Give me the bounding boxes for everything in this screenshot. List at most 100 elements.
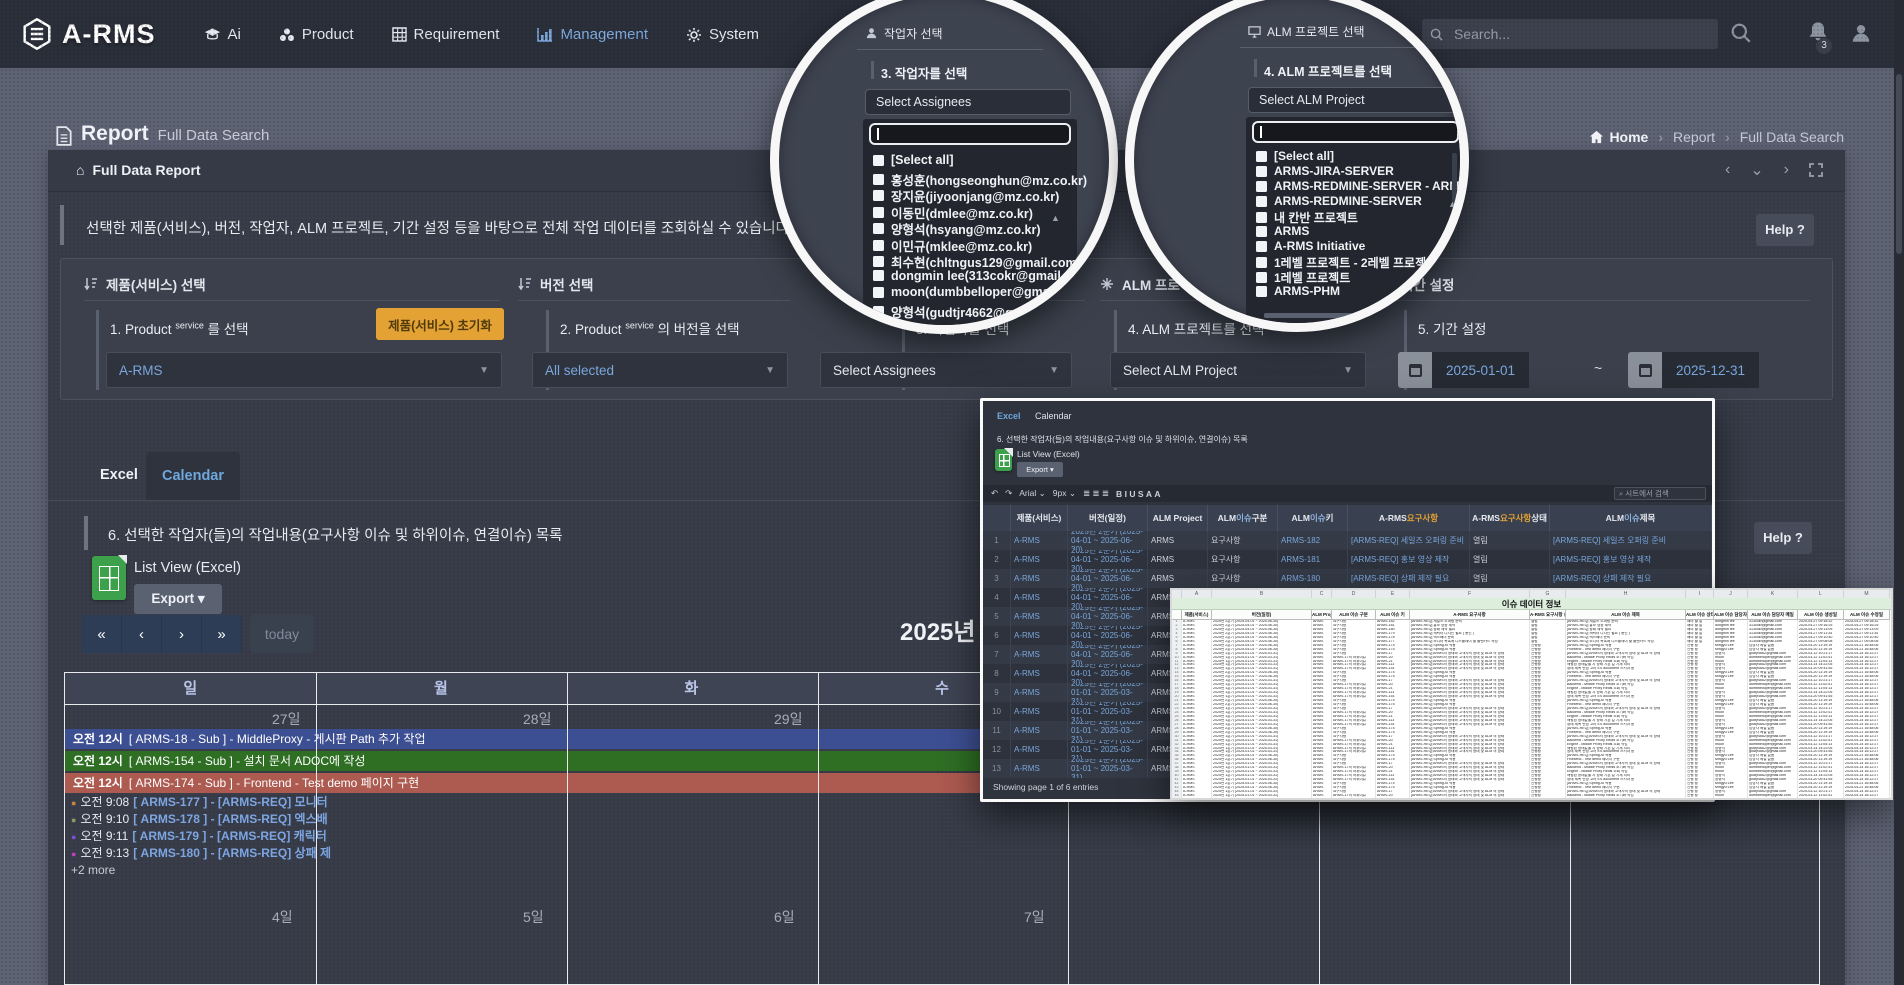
checkbox-icon[interactable] [873, 223, 884, 234]
dropdown-search-input[interactable] [1252, 121, 1459, 143]
collapse-left-icon[interactable]: ‹ [1725, 161, 1730, 179]
checkbox-icon[interactable] [1256, 212, 1267, 223]
table-row[interactable]: 2A-RMS2025년 2분기 (2025-04-01 ~ 2025-06-30… [983, 550, 1712, 569]
sheet-column-letter[interactable]: B [1212, 590, 1312, 598]
calendar-day-number[interactable]: 6일 [774, 907, 795, 927]
undo-icon[interactable]: ↶ [991, 488, 998, 499]
checkbox-icon[interactable] [873, 306, 884, 317]
checkbox-icon[interactable] [1256, 286, 1267, 297]
date-from-input[interactable]: 2025-01-01 [1398, 352, 1564, 388]
table-row[interactable]: 1A-RMS2025년 2분기 (2025-04-01 ~ 2025-06-30… [983, 531, 1712, 550]
sheet-column-letter[interactable]: F [1410, 590, 1530, 598]
sheet-column-letter[interactable]: H [1566, 590, 1686, 598]
menu-item-product[interactable]: Product [279, 25, 354, 42]
breadcrumb-report[interactable]: Report [1673, 129, 1715, 145]
assignee-option[interactable]: 양형석(gudtjr4662@gmail.com) [873, 302, 1071, 321]
user-profile-icon[interactable] [1850, 22, 1872, 44]
product-select[interactable]: A-RMS▼ [106, 352, 502, 388]
alm-project-option[interactable]: A-RMS Initiative [1256, 239, 1365, 253]
menu-item-requirement[interactable]: Requirement [392, 26, 500, 43]
app-logo[interactable]: A-RMS [22, 18, 156, 50]
calendar-dot-event[interactable]: ●오전 9:13[ ARMS-180 ] - [ARMS-REQ] 상패 제 [71, 846, 331, 861]
checkbox-icon[interactable] [873, 287, 884, 298]
redo-icon[interactable]: ↷ [1005, 488, 1012, 499]
checkbox-icon[interactable] [1256, 166, 1267, 177]
calendar-nav-next[interactable]: › [162, 615, 202, 653]
window-export-button[interactable]: Export ▾ [1017, 462, 1063, 477]
calendar-today-button[interactable]: today [250, 615, 314, 653]
checkbox-icon[interactable] [1256, 151, 1267, 162]
menu-item-management[interactable]: Management [537, 26, 648, 43]
menu-item-ai[interactable]: Ai [204, 26, 241, 43]
style-button-u[interactable]: U [1129, 489, 1135, 499]
scroll-up-icon[interactable]: ▲ [1448, 199, 1457, 209]
alm-project-option[interactable]: ARMS-PHM [1256, 284, 1340, 298]
checkbox-icon[interactable] [873, 155, 884, 166]
assignee-select[interactable]: Select Assignees▼ [820, 352, 1072, 388]
product-reset-button[interactable]: 제품(서비스) 초기화 [376, 308, 504, 340]
checkbox-icon[interactable] [1256, 257, 1267, 268]
search-input[interactable] [1422, 19, 1718, 49]
sheet-column-letter[interactable]: C [1312, 590, 1332, 598]
sheet-column-letter[interactable]: A [1182, 590, 1212, 598]
search-submit-icon[interactable] [1730, 22, 1752, 44]
calendar-nav-last[interactable]: » [202, 615, 242, 653]
style-button-s[interactable]: S [1138, 489, 1144, 499]
sheet-search-input[interactable]: ⌕ 시트에서 검색 [1614, 487, 1706, 500]
font-size-select[interactable]: 9px ⌄ [1053, 488, 1076, 499]
version-select[interactable]: All selected▼ [532, 352, 788, 388]
alm-project-option[interactable]: ARMS-REDMINE-SERVER [1256, 194, 1422, 208]
calendar-day-number[interactable]: 28일 [523, 709, 551, 729]
checkbox-icon[interactable] [873, 240, 884, 251]
alm-project-select[interactable]: Select ALM Project▼ [1110, 352, 1366, 388]
assignee-select[interactable]: Select Assignees [865, 89, 1071, 115]
font-name-select[interactable]: Arial ⌄ [1019, 488, 1046, 499]
style-button-a[interactable]: A [1146, 489, 1152, 499]
checkbox-icon[interactable] [1256, 226, 1267, 237]
checkbox-icon[interactable] [873, 270, 884, 281]
sheet-column-letter[interactable]: D [1332, 590, 1376, 598]
menu-item-system[interactable]: System [686, 25, 759, 42]
alm-project-option[interactable]: ARMS [1256, 224, 1309, 238]
table-row[interactable]: 3A-RMS2025년 2분기 (2025-04-01 ~ 2025-06-30… [983, 569, 1712, 588]
sheet-column-letter[interactable]: K [1748, 590, 1798, 598]
sheet-column-letter[interactable]: J [1714, 590, 1748, 598]
calendar-dot-event[interactable]: ●오전 9:08[ ARMS-177 ] - [ARMS-REQ] 모니터 [71, 795, 331, 810]
style-button-a[interactable]: A [1154, 489, 1160, 499]
calendar-more-link[interactable]: +2 more [71, 863, 115, 877]
sheet-column-letter[interactable]: M [1844, 590, 1890, 598]
calendar-day-number[interactable]: 4일 [272, 907, 293, 927]
alm-project-option[interactable]: ARMS-REDMINE-SERVER - ARMS-RE [1256, 179, 1469, 193]
style-button-i[interactable]: I [1125, 489, 1127, 499]
assignee-option[interactable]: moon(dumbbelloper@gmail.com) [873, 285, 1090, 299]
calendar-day-number[interactable]: 27일 [272, 709, 300, 729]
checkbox-icon[interactable] [1256, 241, 1267, 252]
checkbox-icon[interactable] [873, 207, 884, 218]
alm-project-select[interactable]: Select ALM Project [1248, 87, 1458, 113]
align-icons[interactable]: ≣ ≣ ≣ [1083, 488, 1109, 499]
export-button[interactable]: Export ▾ [134, 584, 222, 614]
checkbox-icon[interactable] [1256, 272, 1267, 283]
date-to-input[interactable]: 2025-12-31 [1628, 352, 1796, 388]
checkbox-icon[interactable] [873, 174, 884, 185]
expand-icon[interactable] [1809, 161, 1823, 179]
calendar-nav-first[interactable]: « [82, 615, 122, 653]
calendar-dot-event[interactable]: ●오전 9:11[ ARMS-179 ] - [ARMS-REQ] 캐릭터 [71, 829, 331, 844]
tab-calendar[interactable]: Calendar [146, 452, 240, 500]
window-tab-excel[interactable]: Excel [997, 411, 1021, 421]
sheet-column-letter[interactable]: G [1530, 590, 1566, 598]
window-tab-calendar[interactable]: Calendar [1035, 411, 1072, 421]
calendar-dot-event[interactable]: ●오전 9:10[ ARMS-178 ] - [ARMS-REQ] 엑스배 [71, 812, 331, 827]
sheet-column-letter[interactable]: I [1686, 590, 1714, 598]
help-button-top[interactable]: Help ? [1756, 214, 1814, 246]
calendar-day-number[interactable]: 29일 [774, 709, 802, 729]
page-scrollbar-thumb[interactable] [1896, 74, 1902, 254]
alm-project-option[interactable]: ARMS-JIRA-SERVER [1256, 164, 1394, 178]
calendar-day-number[interactable]: 7일 [1024, 907, 1045, 927]
calendar-nav-prev[interactable]: ‹ [122, 615, 162, 653]
scroll-up-icon[interactable]: ▲ [1051, 213, 1060, 223]
collapse-down-icon[interactable]: ⌄ [1750, 160, 1763, 180]
sheet-column-letter[interactable]: E [1376, 590, 1410, 598]
sheet-row[interactable]: 45A-RMS2025년 1분기 (2025-01-01 ~ 2025-03-3… [1172, 794, 1891, 798]
checkbox-icon[interactable] [1256, 196, 1267, 207]
